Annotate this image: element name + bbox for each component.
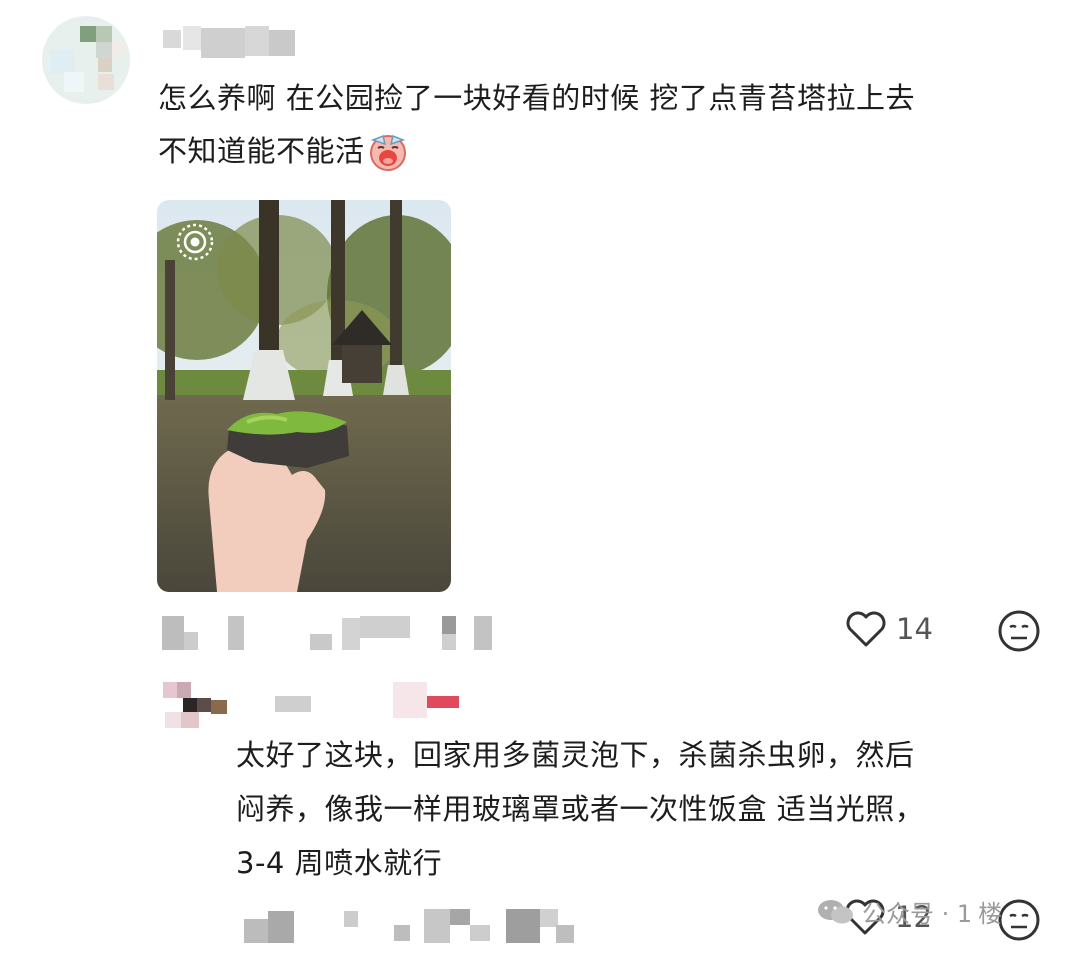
reply-meta-mosaic (244, 905, 584, 947)
reply-username-mosaic[interactable] (275, 682, 475, 722)
like-count: 14 (896, 612, 933, 646)
comment-text-line-2: 不知道能不能活 (158, 125, 758, 177)
neutral-face-icon (997, 610, 1041, 657)
wechat-icon (816, 897, 856, 927)
attached-photo[interactable] (157, 200, 451, 592)
like-button[interactable]: 14 (844, 609, 933, 649)
reply-avatar[interactable] (163, 682, 231, 730)
username-mosaic[interactable] (163, 26, 298, 60)
reply-reaction-button[interactable] (997, 898, 1041, 942)
watermark: 公众号 · 1 楼 (816, 894, 1002, 929)
avatar[interactable] (40, 14, 132, 106)
reaction-button[interactable] (997, 609, 1041, 653)
comment-text-line-2-label: 不知道能不能活 (158, 134, 365, 168)
crying-face-emoji-icon (367, 130, 409, 172)
heart-icon (844, 609, 888, 649)
watermark-suffix: 楼 (978, 900, 1003, 928)
live-photo-icon[interactable] (175, 222, 215, 262)
comment-meta-mosaic (160, 600, 495, 652)
reply-text-line-2: 闷养，像我一样用玻璃罩或者一次性饭盒 适当光照， (236, 792, 925, 826)
reply-text-line-1: 太好了这块，回家用多菌灵泡下，杀菌杀虫卵，然后 (236, 738, 915, 772)
comment-text-line-1: 怎么养啊 在公园捡了一块好看的时候 挖了点青苔塔拉上去 (158, 81, 915, 115)
neutral-face-icon (997, 899, 1041, 946)
reply-text-line-3: 3-4 周喷水就行 (236, 846, 443, 880)
watermark-text: 公众号 · 1 (862, 900, 973, 928)
